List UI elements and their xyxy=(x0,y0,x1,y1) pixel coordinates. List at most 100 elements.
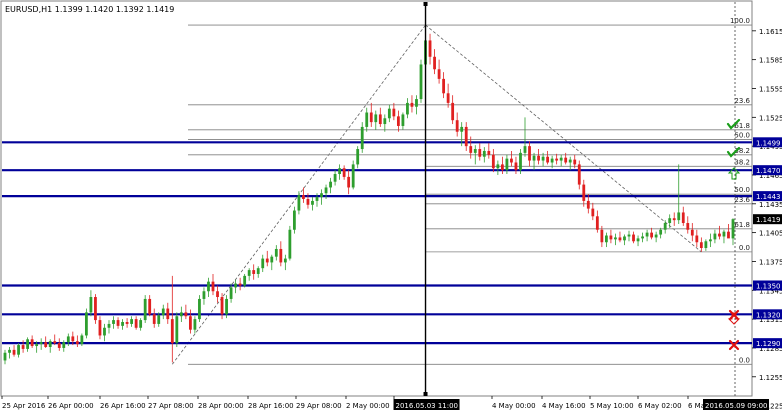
candle-body xyxy=(672,218,676,221)
candle-body xyxy=(121,322,124,326)
candle-body xyxy=(510,158,513,163)
candle-body xyxy=(396,116,400,126)
y-axis-tick-label: 1.1525 xyxy=(759,114,782,122)
price-label-text: 1.1419 xyxy=(756,216,781,224)
y-axis-tick-label: 1.1255 xyxy=(759,374,782,382)
candle-body xyxy=(374,114,378,123)
candle-body xyxy=(609,235,613,240)
fib-down-level-label: 50.0 xyxy=(734,186,750,194)
candle-body xyxy=(44,342,48,347)
candle-body xyxy=(179,312,183,317)
chart-background xyxy=(0,0,782,411)
crosshair-bottom-handle xyxy=(423,392,428,396)
candle-body xyxy=(279,248,283,263)
symbol-header: EURUSD,H1 1.1399 1.1420 1.1392 1.1419 xyxy=(5,5,174,14)
candle-body xyxy=(577,164,581,185)
x-axis-tick-label: 6 May 02:00 xyxy=(638,402,682,410)
candle-body xyxy=(220,297,224,315)
candle-body xyxy=(17,345,20,355)
candle-body xyxy=(207,281,210,292)
candle-body xyxy=(387,108,391,119)
y-axis-tick-label: 1.1555 xyxy=(759,85,782,93)
x-axis-highlight-label: 2016.05.09 09:00 xyxy=(705,402,767,410)
candle-body xyxy=(57,343,61,348)
candle-body xyxy=(48,341,52,347)
price-label-text: 1.1470 xyxy=(756,167,781,175)
candle-body xyxy=(193,319,197,330)
candle-body xyxy=(274,248,278,257)
candle-body xyxy=(342,168,346,177)
price-label-text: 1.1443 xyxy=(756,193,781,201)
candle-body xyxy=(30,339,34,347)
candle-body xyxy=(329,181,332,188)
candle-body xyxy=(53,341,57,344)
candle-body xyxy=(166,308,170,320)
candle-body xyxy=(704,241,708,249)
candle-body xyxy=(632,234,635,242)
x-axis-tick-label: 27 Apr 08:00 xyxy=(148,402,194,410)
candle-body xyxy=(482,150,486,157)
candle-body xyxy=(600,229,604,243)
candle-body xyxy=(152,314,156,324)
x-axis-tick-label: 2 May 00:00 xyxy=(346,402,390,410)
candle-body xyxy=(645,232,649,237)
candle xyxy=(243,273,247,288)
candle-body xyxy=(71,336,75,342)
y-axis-tick-label: 1.1585 xyxy=(759,57,782,65)
candle-body xyxy=(460,126,464,132)
candle-body xyxy=(604,235,608,243)
candle-body xyxy=(650,232,654,238)
candle-body xyxy=(415,99,418,107)
candle-body xyxy=(369,112,373,123)
candle-body xyxy=(419,64,423,100)
candle-body xyxy=(428,40,432,57)
candle-body xyxy=(695,235,699,243)
candle-body xyxy=(175,316,179,344)
candle-body xyxy=(351,164,355,188)
y-axis-tick-label: 1.1375 xyxy=(759,258,782,266)
candle-body xyxy=(699,242,703,249)
candle-body xyxy=(627,234,631,237)
candle-body xyxy=(446,93,450,103)
candle-body xyxy=(26,339,30,349)
candle-body xyxy=(469,146,473,153)
candle-body xyxy=(311,200,314,205)
candle-body xyxy=(198,298,201,320)
candle-body xyxy=(202,291,206,299)
candle-body xyxy=(134,319,138,328)
x-axis-highlight-label: 2016.05.03 11:00 xyxy=(396,402,458,410)
candle-body xyxy=(573,159,577,165)
candle-body xyxy=(229,287,233,299)
candle-body xyxy=(491,154,495,169)
candle-body xyxy=(451,102,455,121)
candle-body xyxy=(288,229,292,259)
candle-body xyxy=(62,342,66,348)
candle-body xyxy=(623,236,626,241)
candle-body xyxy=(247,270,251,276)
candle xyxy=(419,59,423,103)
price-label-text: 1.1350 xyxy=(756,282,781,290)
candle-body xyxy=(514,162,518,171)
candle-body xyxy=(21,345,25,349)
candle-body xyxy=(170,319,174,344)
candle-body xyxy=(591,208,595,217)
candle-body xyxy=(568,159,572,163)
candle-body xyxy=(84,312,88,336)
candle-body xyxy=(677,212,681,221)
fib-down-level-label: 38.2 xyxy=(734,158,750,166)
candle-body xyxy=(505,158,509,171)
candle-body xyxy=(107,323,111,328)
candle-body xyxy=(139,320,143,328)
candle-body xyxy=(410,102,414,107)
y-axis-tick-label: 1.1405 xyxy=(759,230,782,238)
candle-body xyxy=(66,336,70,343)
candle-body xyxy=(727,231,730,239)
candle-body xyxy=(636,238,640,242)
candle-body xyxy=(559,157,563,161)
candle-body xyxy=(261,258,265,269)
x-axis-tick-label: 4 May 00:00 xyxy=(492,402,536,410)
candle-body xyxy=(125,322,129,324)
price-chart[interactable]: EURUSD,H1 1.1399 1.1420 1.1392 1.1419 10… xyxy=(0,0,782,411)
candle-body xyxy=(641,236,644,239)
candle-body xyxy=(211,281,215,292)
